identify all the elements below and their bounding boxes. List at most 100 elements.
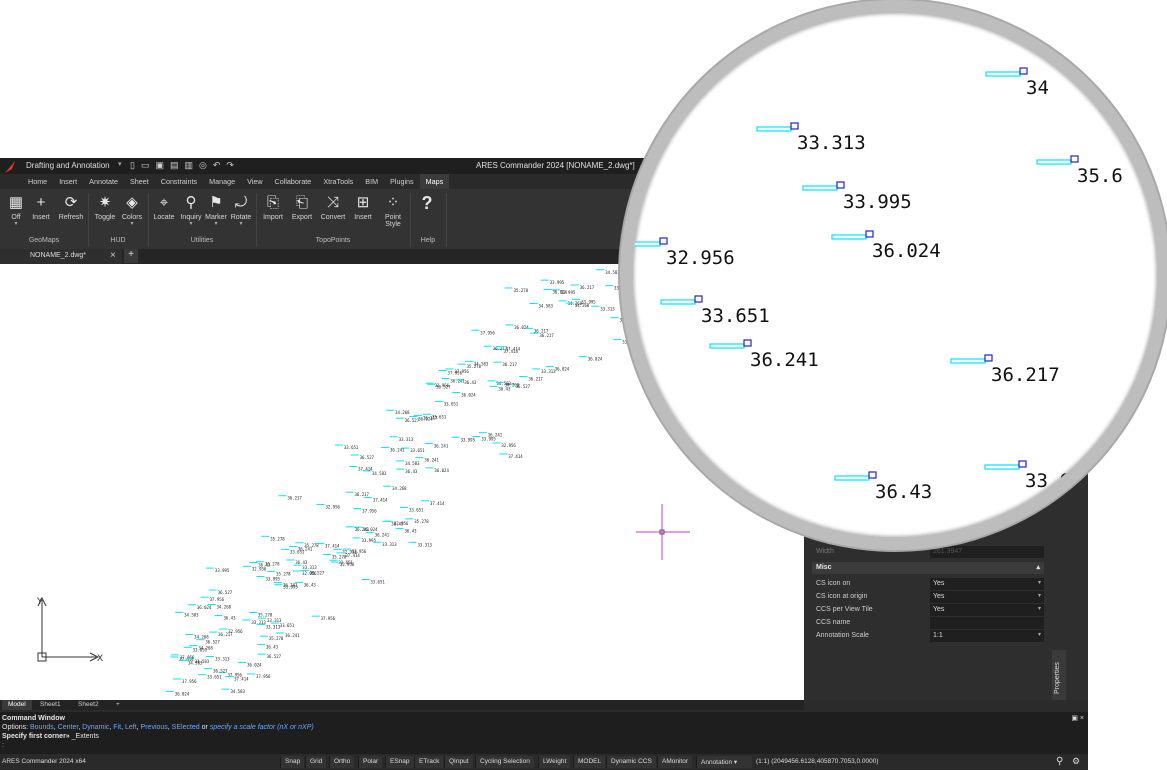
topo-point-label: 34.583: [188, 660, 203, 665]
point-grip: [659, 237, 668, 245]
option-bounds[interactable]: Bounds: [30, 724, 54, 731]
toggle-snap[interactable]: Snap: [280, 756, 305, 768]
document-tab[interactable]: NONAME_2.dwg*: [0, 249, 122, 264]
topo-point-label: 36.43: [223, 616, 236, 621]
option-left[interactable]: Left: [125, 724, 137, 731]
topo-point-label: 36.241: [283, 582, 298, 587]
topo-point-label: 35.278: [265, 562, 280, 567]
toggle-esnap[interactable]: ESnap: [385, 756, 414, 768]
command-window-controls[interactable]: ▣ ×: [1071, 714, 1084, 722]
toggle-qinput[interactable]: QInput: [444, 756, 473, 768]
topo-export-button[interactable]: ⎗ Export: [287, 192, 317, 221]
new-icon[interactable]: ▯: [130, 160, 135, 171]
tab-bim[interactable]: BIM: [359, 174, 384, 189]
elevation-label: 36.43: [875, 481, 932, 503]
prop-row-ccs-name: CCS name: [812, 617, 1044, 629]
point-style-button[interactable]: ⁘ Point Style: [378, 192, 408, 228]
topo-point-label: 33.651: [370, 580, 385, 585]
hud-colors-button[interactable]: ◈ Colors ▾: [117, 192, 147, 227]
tab-home[interactable]: Home: [22, 174, 53, 189]
tab-plugins[interactable]: Plugins: [384, 174, 420, 189]
location-pin-icon[interactable]: ⚲: [1056, 756, 1063, 767]
toggle-dynamic-ccs[interactable]: Dynamic CCS: [606, 756, 656, 768]
rotate-button[interactable]: ⤾ Rotate ▾: [226, 192, 256, 227]
tab-maps[interactable]: Maps: [419, 174, 450, 189]
tab-insert[interactable]: Insert: [53, 174, 83, 189]
topo-point-label: 33.651: [290, 549, 305, 554]
redo-icon[interactable]: ↷: [226, 160, 234, 171]
panel-label-help: Help: [420, 237, 436, 244]
properties-side-tab[interactable]: Properties: [1052, 650, 1066, 700]
geomaps-refresh-button[interactable]: ⟳ Refresh: [56, 192, 86, 221]
topo-point-label: 36.43: [405, 529, 418, 534]
annotation-dropdown[interactable]: Annotation ▾: [696, 756, 752, 768]
tab-manage[interactable]: Manage: [203, 174, 241, 189]
ccs-name-field[interactable]: [930, 617, 1044, 629]
tab-sheet[interactable]: Sheet: [124, 174, 155, 189]
toggle-model[interactable]: MODEL: [573, 756, 606, 768]
point-style-icon: ⁘: [386, 194, 400, 211]
undo-icon[interactable]: ↶: [213, 160, 221, 171]
toggle-ortho[interactable]: Ortho: [329, 756, 355, 768]
print-icon[interactable]: ▥: [185, 160, 194, 171]
cs-icon-origin-select[interactable]: Yes: [930, 591, 1044, 603]
toggle-amonitor[interactable]: AMonitor: [657, 756, 693, 768]
topo-point-label: 33.651: [410, 448, 425, 453]
tab-xtratools[interactable]: XtraTools: [317, 174, 359, 189]
chevron-down-icon[interactable]: ▾: [118, 160, 122, 168]
geomaps-insert-button[interactable]: + Insert: [26, 192, 56, 221]
ccs-per-view-select[interactable]: Yes: [930, 604, 1044, 616]
option-fit[interactable]: Fit: [113, 724, 121, 731]
tab-model[interactable]: Model: [2, 700, 32, 710]
close-icon[interactable]: ×: [110, 250, 116, 261]
new-tab-button[interactable]: +: [124, 249, 138, 263]
prop-row-cs-icon-on: CS icon on Yes: [812, 578, 1044, 590]
toggle-polar[interactable]: Polar: [358, 756, 383, 768]
customize-icon[interactable]: ⚙: [1072, 756, 1080, 767]
topo-insert-button[interactable]: ⊞ Insert: [348, 192, 378, 221]
command-input[interactable]: :: [2, 742, 4, 749]
elevation-label: 33.995: [843, 191, 912, 213]
topo-point-label: 36.241: [285, 633, 300, 638]
locate-button[interactable]: ⌖ Locate: [149, 192, 179, 221]
tab-annotate[interactable]: Annotate: [83, 174, 124, 189]
topo-import-button[interactable]: ⎘ Import: [258, 192, 288, 221]
option-scale-factor[interactable]: specify a scale factor (nX or nXP): [210, 724, 314, 731]
misc-section-header[interactable]: Misc: [812, 562, 1044, 574]
option-dynamic[interactable]: Dynamic: [82, 724, 109, 731]
toggle-grid[interactable]: Grid: [305, 756, 327, 768]
tab-sheet2[interactable]: Sheet2: [72, 700, 105, 710]
topo-point-label: 36.217: [534, 328, 549, 333]
option-previous[interactable]: Previous: [141, 724, 168, 731]
workspace-selector[interactable]: Drafting and Annotation: [26, 161, 110, 170]
option-center[interactable]: Center: [58, 724, 79, 731]
save-as-icon[interactable]: ▤: [170, 160, 179, 171]
topo-point-label: 35.278: [258, 612, 273, 617]
annotation-scale-select[interactable]: 1:1: [930, 630, 1044, 642]
toggle-lweight[interactable]: LWeight: [538, 756, 571, 768]
topo-convert-button[interactable]: ⤨ Convert: [318, 192, 348, 221]
topo-points-layer: 33.313 33.995 36.024 32.956 33.651 36.241 36.2…: [165, 269, 637, 696]
ares-logo-icon: [5, 161, 15, 173]
toggle-cycling-selection[interactable]: Cycling Selection: [475, 756, 534, 768]
tab-view[interactable]: View: [241, 174, 268, 189]
topo-point-label: 34.583: [538, 304, 553, 309]
add-sheet-button[interactable]: +: [110, 700, 126, 710]
tab-collaborate[interactable]: Collaborate: [269, 174, 318, 189]
help-button[interactable]: ?: [412, 192, 442, 214]
point-marker: [985, 71, 1021, 77]
topo-point-label: 36.024: [514, 325, 529, 330]
topo-point-label: 34.583: [372, 471, 387, 476]
topo-point-label: 36.43: [295, 560, 308, 565]
option-selected[interactable]: SElected: [172, 724, 200, 731]
topo-point-label: 32.956: [302, 571, 317, 576]
topo-point-label: 36.024: [418, 417, 433, 422]
hud-toggle-button[interactable]: ✷ Toggle: [90, 192, 120, 221]
toggle-etrack[interactable]: ETrack: [414, 756, 444, 768]
open-icon[interactable]: ▭: [141, 160, 150, 171]
save-icon[interactable]: ▣: [155, 160, 164, 171]
tab-sheet1[interactable]: Sheet1: [34, 700, 67, 710]
preview-icon[interactable]: ◎: [199, 160, 207, 171]
tab-constraints[interactable]: Constraints: [155, 174, 203, 189]
cs-icon-on-select[interactable]: Yes: [930, 578, 1044, 590]
